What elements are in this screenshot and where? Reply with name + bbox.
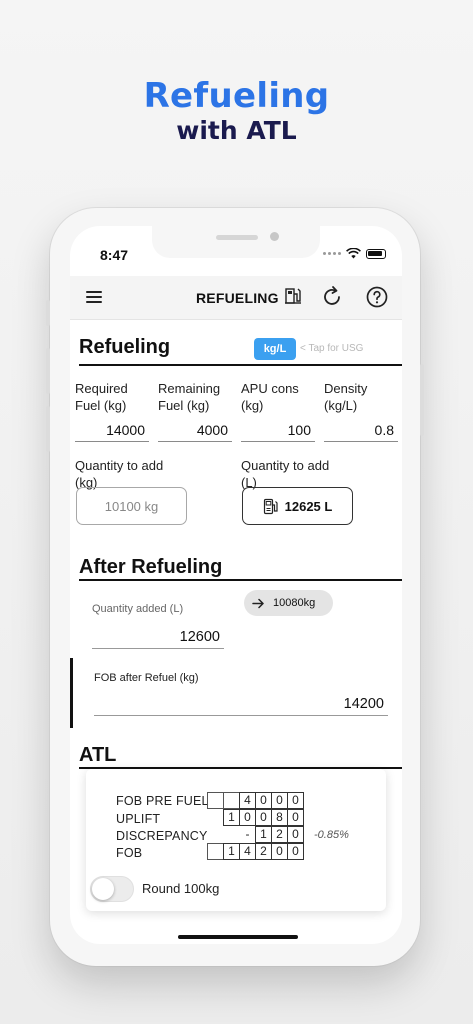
phone-power-button — [420, 364, 424, 436]
home-indicator[interactable] — [178, 935, 298, 939]
atl-cell: 0 — [271, 843, 288, 860]
fob-focus-indicator — [70, 658, 73, 728]
qty-l-value: 12625 L — [284, 498, 333, 514]
qty-l-button[interactable]: 12625 L — [242, 487, 353, 525]
atl-cell — [207, 792, 224, 809]
status-icons — [323, 248, 386, 259]
battery-icon — [366, 248, 386, 259]
converted-qty-chip[interactable]: 10080kg — [244, 590, 333, 616]
unit-toggle-button[interactable]: kg/L — [254, 338, 296, 360]
atl-cell: 2 — [271, 826, 288, 843]
converted-qty-value: 10080kg — [273, 597, 316, 609]
qty-added-label: Quantity added (L) — [92, 603, 184, 615]
atl-cell: 1 — [255, 826, 272, 843]
round-100kg-toggle[interactable] — [90, 876, 134, 902]
discrepancy-percent: -0.85% — [314, 829, 349, 841]
menu-icon[interactable] — [86, 291, 102, 303]
atl-cell: 1 — [223, 809, 240, 826]
atl-cell — [207, 843, 224, 860]
promo-subtitle: with ATL — [176, 116, 297, 145]
help-icon[interactable] — [365, 285, 389, 309]
atl-cell — [223, 792, 240, 809]
phone-frame: 8:47 REFUELING Refueling kg/L < Tap for … — [46, 208, 424, 966]
apu-cons-input[interactable]: 100 — [241, 422, 315, 442]
fuel-pump-icon[interactable] — [284, 286, 304, 306]
phone-side-button — [46, 300, 50, 326]
atl-cell: 0 — [239, 809, 256, 826]
status-time: 8:47 — [100, 247, 129, 263]
round-100kg-label: Round 100kg — [142, 881, 220, 896]
signal-icon — [323, 252, 341, 255]
app-screen: 8:47 REFUELING Refueling kg/L < Tap for … — [70, 226, 402, 944]
remaining-fuel-input[interactable]: 4000 — [158, 422, 232, 442]
fuel-station-icon — [263, 498, 278, 514]
remaining-fuel-label: Remaining Fuel (kg) — [158, 381, 221, 413]
atl-cell: 0 — [287, 809, 304, 826]
speaker — [216, 235, 258, 240]
phone-volume-up — [46, 348, 50, 394]
atl-cell: 0 — [271, 792, 288, 809]
atl-row-cells-fob-pre-fuel: 4 0 0 0 — [207, 792, 304, 809]
atl-cell: 4 — [239, 843, 256, 860]
atl-section-title: ATL — [79, 744, 117, 766]
atl-row-cells-fob: 1 4 2 0 0 — [207, 843, 304, 860]
atl-cell: 0 — [287, 843, 304, 860]
atl-cell: 8 — [271, 809, 288, 826]
qty-kg-button[interactable]: 10100 kg — [76, 487, 187, 525]
fob-after-refuel-input[interactable]: 14200 — [94, 696, 388, 716]
qty-kg-value: 10100 kg — [104, 498, 159, 514]
atl-cell: 2 — [255, 843, 272, 860]
refueling-section-title: Refueling — [79, 336, 171, 358]
required-fuel-label: Required Fuel (kg) — [75, 381, 128, 413]
atl-card: FOB PRE FUEL 4 0 0 0 UPLIFT 1 0 0 8 0 DI… — [86, 769, 386, 911]
atl-row-label-discrepancy: DISCREPANCY — [116, 829, 208, 843]
atl-cell: 4 — [239, 792, 256, 809]
atl-cell: 1 — [223, 843, 240, 860]
after-refueling-section-title: After Refueling — [79, 556, 223, 578]
qty-kg-label: Quantity to add (kg) — [75, 458, 164, 490]
toggle-knob — [92, 878, 114, 900]
promo-title: Refueling — [143, 76, 330, 116]
atl-cell: 0 — [287, 792, 304, 809]
phone-volume-down — [46, 406, 50, 452]
atl-cell: 0 — [255, 809, 272, 826]
density-input[interactable]: 0.8 — [324, 422, 398, 442]
qty-l-label: Quantity to add (L) — [241, 458, 330, 490]
after-refueling-divider — [79, 579, 402, 581]
atl-row-label-fob: FOB — [116, 846, 143, 860]
fob-after-refuel-label: FOB after Refuel (kg) — [94, 672, 199, 684]
top-navbar: REFUELING — [70, 276, 402, 320]
notch — [152, 226, 320, 258]
arrow-right-icon — [252, 598, 264, 608]
refueling-divider — [79, 364, 402, 366]
atl-cell: 0 — [255, 792, 272, 809]
required-fuel-input[interactable]: 14000 — [75, 422, 149, 442]
unit-hint: < Tap for USG — [300, 343, 364, 354]
atl-row-label-uplift: UPLIFT — [116, 812, 161, 826]
refresh-icon[interactable] — [320, 285, 344, 309]
camera — [270, 232, 279, 241]
atl-row-cells-discrepancy: - 1 2 0 — [208, 826, 304, 843]
wifi-icon — [346, 248, 361, 259]
atl-row-cells-uplift: 1 0 0 8 0 — [208, 809, 304, 826]
atl-cell: - — [239, 826, 256, 843]
atl-row-label-fob-pre-fuel: FOB PRE FUEL — [116, 794, 209, 808]
atl-cell: 0 — [287, 826, 304, 843]
apu-cons-label: APU cons (kg) — [241, 381, 299, 413]
nav-title: REFUELING — [196, 290, 279, 306]
density-label: Density (kg/L) — [324, 381, 368, 413]
qty-added-input[interactable]: 12600 — [92, 629, 224, 649]
